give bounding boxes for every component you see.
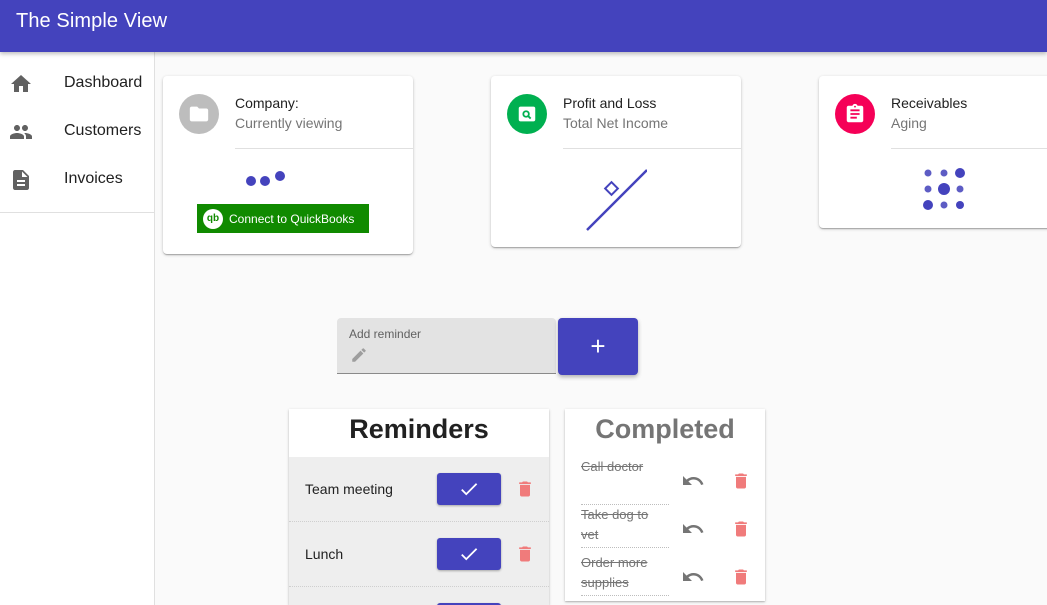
connect-quickbooks-button[interactable]: qb Connect to QuickBooks — [197, 204, 369, 233]
people-icon — [10, 125, 32, 139]
folder-icon — [189, 106, 209, 122]
connect-quickbooks-label: Connect to QuickBooks — [229, 211, 355, 226]
delete-icon[interactable] — [731, 519, 751, 539]
app-title: The Simple View — [16, 10, 168, 32]
list-item: Team meeting — [289, 457, 549, 522]
sidebar-item-label: Dashboard — [64, 74, 143, 91]
check-icon — [461, 548, 478, 561]
clipboard-icon — [846, 103, 864, 123]
sidebar-item-customers[interactable]: Customers — [0, 108, 154, 156]
sidebar: Dashboard Customers Invoices — [0, 52, 155, 605]
add-reminder-label: Add reminder — [349, 327, 422, 341]
complete-button[interactable] — [437, 473, 501, 505]
sidebar-item-invoices[interactable]: Invoices — [0, 156, 154, 204]
company-card: Company: Currently viewing qb Connect to… — [163, 76, 413, 254]
card-divider — [235, 148, 413, 149]
sidebar-item-label: Customers — [64, 122, 142, 139]
company-avatar — [179, 94, 219, 134]
completed-text: Take dog to vet — [581, 505, 669, 548]
add-reminder-button[interactable]: + — [558, 318, 638, 375]
home-icon — [11, 75, 31, 92]
profit-avatar — [507, 94, 547, 134]
card-title: Receivables — [891, 95, 968, 111]
list-item: Call doctor — [565, 457, 765, 505]
list-item — [289, 587, 549, 605]
loading-grid-icon — [923, 168, 965, 210]
card-title: Company: — [235, 95, 299, 111]
search-document-icon — [518, 106, 536, 122]
list-item: Take dog to vet — [565, 505, 765, 553]
card-subtitle: Aging — [891, 115, 927, 131]
complete-button[interactable] — [437, 538, 501, 570]
sidebar-item-label: Invoices — [64, 170, 123, 187]
list-item: Lunch — [289, 522, 549, 587]
document-icon — [13, 170, 29, 190]
reminder-text: Team meeting — [305, 481, 393, 497]
card-title: Profit and Loss — [563, 95, 657, 111]
delete-icon[interactable] — [731, 567, 751, 587]
undo-icon[interactable] — [681, 517, 705, 541]
receivables-card: Receivables Aging — [819, 76, 1047, 228]
undo-icon[interactable] — [681, 469, 705, 493]
card-divider — [891, 148, 1047, 149]
profit-loss-card: Profit and Loss Total Net Income — [491, 76, 741, 247]
receivables-avatar — [835, 94, 875, 134]
check-icon — [461, 483, 478, 496]
delete-icon[interactable] — [515, 544, 535, 564]
loading-spinner-icon — [586, 169, 647, 231]
card-divider — [563, 148, 741, 149]
reminders-card: Reminders Team meeting Lunch — [289, 409, 549, 605]
completed-heading: Completed — [595, 414, 735, 444]
pencil-icon — [352, 348, 366, 362]
quickbooks-logo-icon: qb — [203, 208, 223, 229]
app-bar: The Simple View — [0, 0, 1047, 52]
completed-text: Order more supplies — [581, 553, 669, 596]
add-reminder-field[interactable]: Add reminder — [337, 318, 556, 374]
card-subtitle: Currently viewing — [235, 115, 343, 131]
undo-icon[interactable] — [681, 565, 705, 589]
add-reminder-input[interactable] — [373, 344, 543, 366]
list-item: Order more supplies — [565, 553, 765, 601]
delete-icon[interactable] — [515, 479, 535, 499]
reminder-text: Lunch — [305, 546, 344, 562]
loading-dots-icon — [246, 171, 285, 186]
completed-card: Completed Call doctor Take dog to vet Or… — [565, 409, 765, 601]
delete-icon[interactable] — [731, 471, 751, 491]
nav-list: Dashboard Customers Invoices — [0, 52, 154, 213]
card-subtitle: Total Net Income — [563, 115, 669, 131]
sidebar-item-dashboard[interactable]: Dashboard — [0, 60, 154, 108]
reminders-heading: Reminders — [349, 414, 489, 444]
completed-text: Call doctor — [581, 457, 669, 505]
